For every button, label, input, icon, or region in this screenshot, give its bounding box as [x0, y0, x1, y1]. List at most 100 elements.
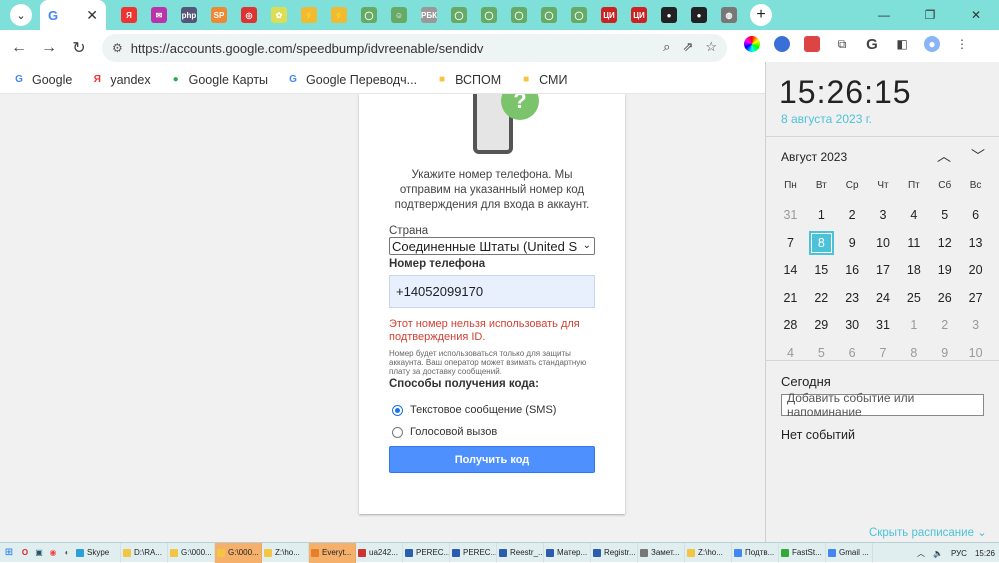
taskbar-app-button[interactable]: G:\000... — [168, 542, 215, 563]
calendar-day[interactable]: 18 — [898, 263, 929, 277]
url-text[interactable]: https://accounts.google.com/speedbump/id… — [131, 41, 484, 56]
country-select[interactable]: Соединенные Штаты (United S ⌄ — [389, 237, 595, 255]
calendar-day[interactable]: 1 — [898, 318, 929, 332]
calendar-day[interactable]: 9 — [837, 236, 868, 250]
current-date-link[interactable]: 8 августа 2023 г. — [781, 112, 872, 126]
language-indicator[interactable]: РУС — [951, 549, 967, 558]
globe-tab-icon[interactable]: ◍ — [721, 7, 737, 23]
back-button[interactable]: ← — [4, 39, 34, 57]
ring-tab-icon[interactable]: ◎ — [241, 7, 257, 23]
tab-search-button[interactable]: ⌄ — [10, 4, 32, 26]
g3-tab-icon[interactable]: ◯ — [451, 7, 467, 23]
taskbar-app-button[interactable]: FastSt... — [779, 542, 826, 563]
taskbar-app-button[interactable]: PEREC... — [450, 542, 497, 563]
spy1-tab-icon[interactable]: ● — [661, 7, 677, 23]
side-panel-icon[interactable]: ◧ — [894, 36, 910, 52]
radio-unselected-icon[interactable] — [392, 426, 403, 438]
taskbar-app-button[interactable]: ua242... — [356, 542, 403, 563]
calendar-day[interactable]: 28 — [775, 318, 806, 332]
close-window-button[interactable]: ✕ — [953, 8, 999, 22]
minimize-button[interactable]: — — [861, 8, 907, 22]
profile-avatar[interactable]: ● — [924, 36, 940, 52]
app-icon[interactable]: ▣ — [32, 548, 46, 557]
cian2-tab-icon[interactable]: ЦИ — [631, 7, 647, 23]
color-picker-icon[interactable] — [744, 36, 760, 52]
puzzle-icon[interactable]: ⧉ — [834, 36, 850, 52]
bookmark-item[interactable]: Яyandex — [90, 73, 151, 87]
calendar-day[interactable]: 7 — [775, 236, 806, 250]
address-bar[interactable]: ⚙ https://accounts.google.com/speedbump/… — [102, 34, 727, 62]
g1-tab-icon[interactable]: ◯ — [361, 7, 377, 23]
g2-tab-icon[interactable]: ☺ — [391, 7, 407, 23]
calendar-day[interactable]: 26 — [929, 291, 960, 305]
calendar-day[interactable]: 14 — [775, 263, 806, 277]
calendar-day[interactable]: 27 — [960, 291, 991, 305]
runner-tab-icon[interactable]: ⚡ — [301, 7, 317, 23]
taskbar-app-button[interactable]: G:\000... — [215, 542, 262, 563]
calendar-day[interactable]: 2 — [837, 208, 868, 222]
radio-sms[interactable]: Текстовое сообщение (SMS) — [392, 404, 556, 416]
rbc-tab-icon[interactable]: РБК — [421, 7, 437, 23]
calendar-day[interactable]: 17 — [868, 263, 899, 277]
taskbar-app-button[interactable]: Reestr_... — [497, 542, 544, 563]
calendar-day[interactable]: 24 — [868, 291, 899, 305]
runner2-tab-icon[interactable]: ⚡ — [331, 7, 347, 23]
bookmark-item[interactable]: ■ СМИ — [519, 73, 567, 87]
spy2-tab-icon[interactable]: ● — [691, 7, 707, 23]
taskbar-app-button[interactable]: Z:\ho... — [262, 542, 309, 563]
calendar-day[interactable]: 13 — [960, 236, 991, 250]
g4-tab-icon[interactable]: ◯ — [481, 7, 497, 23]
calendar-day[interactable]: 5 — [806, 346, 837, 360]
taskbar-app-button[interactable]: PEREC... — [403, 542, 450, 563]
taskbar-app-button[interactable]: Замет... — [638, 542, 685, 563]
calendar-day[interactable]: 3 — [868, 208, 899, 222]
star-tab-icon[interactable]: ✿ — [271, 7, 287, 23]
reload-button[interactable]: ↻ — [64, 38, 94, 58]
chevron-up-icon[interactable]: ︿ — [917, 548, 925, 559]
taskbar-app-button[interactable]: Z:\ho... — [685, 542, 732, 563]
taskbar-app-button[interactable]: Everyt... — [309, 542, 356, 563]
month-title[interactable]: Август 2023 — [781, 150, 847, 164]
calendar-day[interactable]: 16 — [837, 263, 868, 277]
taskbar-app-button[interactable]: Матер... — [544, 542, 591, 563]
taskbar-app-button[interactable]: D:\RA... — [121, 542, 168, 563]
taskbar-app-button[interactable]: Подтв... — [732, 542, 779, 563]
calendar-day[interactable]: 6 — [837, 346, 868, 360]
calendar-day[interactable]: 9 — [929, 346, 960, 360]
calendar-day[interactable]: 31 — [868, 318, 899, 332]
active-tab[interactable]: G ✕ — [40, 0, 106, 30]
radio-voice[interactable]: Голосовой вызов — [392, 426, 497, 438]
taskbar-clock[interactable]: 15:26 — [975, 549, 995, 558]
taskbar-app-button[interactable]: Gmail ... — [826, 542, 873, 563]
chevron-down-icon[interactable]: ﹀ — [971, 146, 985, 166]
start-windows-icon[interactable]: ⊞ — [0, 547, 18, 558]
app-icon[interactable]: ◐ — [60, 548, 74, 557]
calendar-day[interactable]: 7 — [868, 346, 899, 360]
calendar-day[interactable]: 6 — [960, 208, 991, 222]
restore-button[interactable]: ❐ — [907, 8, 953, 22]
mail-tab-icon[interactable]: ✉ — [151, 7, 167, 23]
g7-tab-icon[interactable]: ◯ — [571, 7, 587, 23]
taskbar-app-button[interactable]: Skype — [74, 542, 121, 563]
calendar-day[interactable]: 8 — [898, 346, 929, 360]
bookmark-item[interactable]: G Google — [12, 73, 72, 87]
calendar-day[interactable]: 10 — [868, 236, 899, 250]
hide-schedule-link[interactable]: Скрыть расписание ⌄ — [869, 525, 987, 539]
calendar-day[interactable]: 23 — [837, 291, 868, 305]
calendar-day[interactable]: 4 — [775, 346, 806, 360]
calendar-day-today[interactable]: 8 — [808, 230, 834, 255]
volume-icon[interactable]: 🔈 — [933, 549, 943, 558]
chrome-icon[interactable]: ◉ — [46, 548, 60, 557]
php-tab-icon[interactable]: php — [181, 7, 197, 23]
sp-tab-icon[interactable]: SP — [211, 7, 227, 23]
g6-tab-icon[interactable]: ◯ — [541, 7, 557, 23]
menu-icon[interactable]: ⋮ — [954, 36, 970, 52]
firefox-icon[interactable] — [774, 36, 790, 52]
bookmark-item[interactable]: ● Google Карты — [169, 73, 268, 87]
phone-input[interactable]: +14052099170 — [389, 275, 595, 308]
calendar-day[interactable]: 30 — [837, 318, 868, 332]
google-account-icon[interactable]: G — [864, 36, 880, 53]
calendar-day[interactable]: 11 — [898, 236, 929, 250]
cian1-tab-icon[interactable]: ЦИ — [601, 7, 617, 23]
close-tab-icon[interactable]: ✕ — [86, 7, 98, 24]
